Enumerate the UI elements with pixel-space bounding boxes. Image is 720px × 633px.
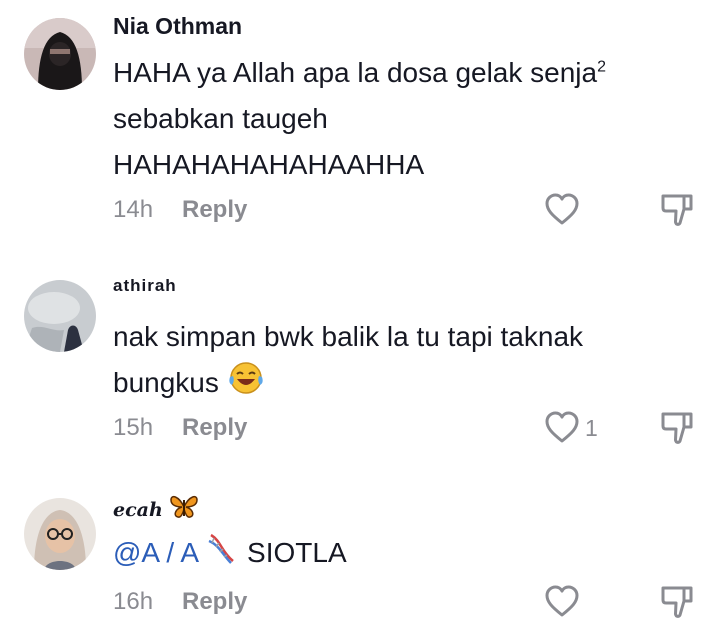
comment-text-line: HAHA ya Allah apa la dosa gelak senja: [113, 57, 598, 88]
heart-icon: [545, 193, 579, 225]
comment-text-line: bungkus: [113, 367, 219, 398]
comment-username[interactable]: athirah: [113, 276, 177, 296]
like-count: 1: [585, 415, 598, 441]
comment-username[interactable]: Nia Othman: [113, 13, 242, 40]
comment-text: nak simpan bwk balik la tu tapi taknak b…: [113, 314, 583, 409]
comment-text: @A / A SIOTLA: [113, 530, 347, 579]
like-button[interactable]: [544, 584, 580, 618]
comment-timestamp: 14h: [113, 196, 154, 223]
dna-icon: [205, 531, 239, 579]
butterfly-icon: [169, 494, 199, 526]
comment-text-line: nak simpan bwk balik la tu tapi taknak: [113, 321, 584, 352]
thumbs-down-icon: [661, 194, 693, 226]
avatar[interactable]: [24, 18, 96, 90]
comment-timestamp: 15h: [113, 414, 154, 441]
dislike-button[interactable]: [660, 192, 694, 228]
face-with-tears-of-joy-icon: [227, 361, 265, 409]
avatar[interactable]: [24, 498, 96, 570]
comment-text-line: HAHAHAHAHAHAAHHA: [113, 149, 425, 180]
comment-username[interactable]: ecah: [113, 494, 199, 526]
like-button[interactable]: [544, 410, 580, 444]
user-mention[interactable]: @A / A: [113, 537, 197, 568]
heart-icon: [545, 411, 579, 443]
reply-button[interactable]: Reply: [182, 414, 247, 442]
heart-icon: [545, 585, 579, 617]
avatar[interactable]: [24, 280, 96, 352]
thumbs-down-icon: [661, 586, 693, 618]
comment-text-line: sebabkan taugeh: [113, 103, 328, 134]
thumbs-down-icon: [661, 412, 693, 444]
reply-button[interactable]: Reply: [182, 196, 247, 224]
reply-button[interactable]: Reply: [182, 588, 247, 616]
dislike-button[interactable]: [660, 410, 694, 446]
comment-timestamp: 16h: [113, 588, 154, 615]
comment-text: HAHA ya Allah apa la dosa gelak senja2 s…: [113, 50, 606, 188]
like-button[interactable]: [544, 192, 580, 226]
superscript: 2: [597, 58, 606, 76]
comment-text-line: SIOTLA: [247, 537, 347, 568]
dislike-button[interactable]: [660, 584, 694, 620]
